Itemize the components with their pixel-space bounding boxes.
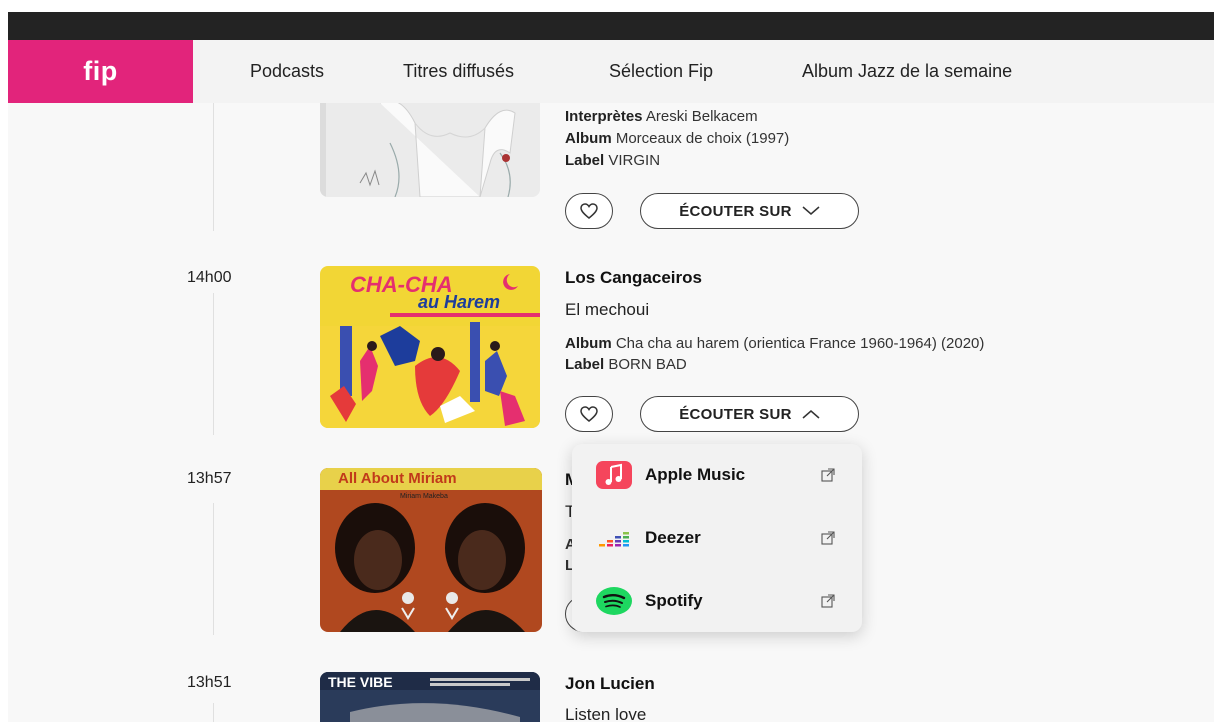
album-cover[interactable]: All About Miriam Miriam Makeba bbox=[320, 468, 542, 632]
spotify-icon bbox=[596, 587, 632, 615]
track-artist[interactable]: Jon Lucien bbox=[565, 674, 655, 694]
browser-top-strip bbox=[0, 0, 1214, 40]
dropdown-item-spotify[interactable]: Spotify bbox=[572, 570, 862, 632]
main-nav: fip Podcasts Titres diffusés Sélection F… bbox=[8, 40, 1214, 103]
listen-on-label: ÉCOUTER SUR bbox=[679, 405, 792, 423]
cover-text: THE VIBE bbox=[328, 674, 393, 690]
dropdown-item-deezer[interactable]: Deezer bbox=[572, 507, 862, 569]
track-label: Label VIRGIN bbox=[565, 152, 661, 169]
external-link-icon bbox=[821, 594, 835, 608]
dark-top-bar bbox=[8, 12, 1214, 40]
track-album: Album Morceaux de choix (1997) bbox=[565, 130, 790, 147]
listen-on-dropdown: Apple Music Deezer Spotify bbox=[572, 444, 862, 632]
dropdown-item-apple-music[interactable]: Apple Music bbox=[572, 444, 862, 506]
timeline-line bbox=[213, 293, 214, 435]
track-title: El mechoui bbox=[565, 300, 650, 319]
track-label: Label BORN BAD bbox=[565, 356, 687, 373]
heart-icon bbox=[580, 406, 598, 422]
favorite-button[interactable] bbox=[565, 193, 613, 229]
deezer-icon bbox=[596, 524, 632, 552]
track-performers: Interprètes Areski Belkacem bbox=[565, 108, 758, 125]
heart-icon bbox=[580, 203, 598, 219]
apple-music-icon bbox=[596, 461, 632, 489]
cover-art-areski bbox=[320, 103, 540, 197]
cover-art-cha-cha: CHA-CHA au Harem bbox=[320, 266, 540, 428]
fip-logo[interactable]: fip bbox=[8, 40, 193, 103]
album-cover[interactable]: THE VIBE bbox=[320, 672, 540, 722]
listen-on-button[interactable]: ÉCOUTER SUR bbox=[640, 396, 859, 432]
track-artist[interactable]: Los Cangaceiros bbox=[565, 268, 702, 288]
favorite-button[interactable] bbox=[565, 396, 613, 432]
cover-art-miriam-makeba: All About Miriam Miriam Makeba bbox=[320, 468, 542, 632]
external-link-icon bbox=[821, 531, 835, 545]
album-cover[interactable]: CHA-CHA au Harem bbox=[320, 266, 540, 428]
track-album: Album Cha cha au harem (orientica France… bbox=[565, 335, 985, 352]
cover-text: Miriam Makeba bbox=[400, 493, 448, 500]
listen-on-button[interactable]: ÉCOUTER SUR bbox=[640, 193, 859, 229]
timeline-line bbox=[213, 503, 214, 635]
track-time: 13h57 bbox=[187, 470, 232, 487]
chevron-down-icon bbox=[802, 206, 820, 215]
timeline-line bbox=[213, 703, 214, 722]
cover-text: au Harem bbox=[418, 292, 500, 312]
dropdown-item-label: Deezer bbox=[645, 528, 701, 547]
cover-art-the-vibe: THE VIBE bbox=[320, 672, 540, 722]
nav-podcasts[interactable]: Podcasts bbox=[250, 61, 324, 82]
nav-selection-fip[interactable]: Sélection Fip bbox=[609, 61, 713, 82]
dropdown-item-label: Spotify bbox=[645, 591, 703, 610]
cover-text: All About Miriam bbox=[338, 470, 457, 487]
dropdown-item-label: Apple Music bbox=[645, 465, 746, 484]
chevron-up-icon bbox=[802, 410, 820, 419]
nav-titres-diffuses[interactable]: Titres diffusés bbox=[403, 61, 514, 82]
timeline-line bbox=[213, 103, 214, 231]
listen-on-label: ÉCOUTER SUR bbox=[679, 202, 792, 220]
track-time: 13h51 bbox=[187, 674, 232, 691]
track-title: Listen love bbox=[565, 705, 647, 722]
external-link-icon bbox=[821, 468, 835, 482]
album-cover[interactable] bbox=[320, 103, 540, 197]
nav-album-jazz[interactable]: Album Jazz de la semaine bbox=[802, 61, 1012, 82]
track-time: 14h00 bbox=[187, 269, 232, 286]
